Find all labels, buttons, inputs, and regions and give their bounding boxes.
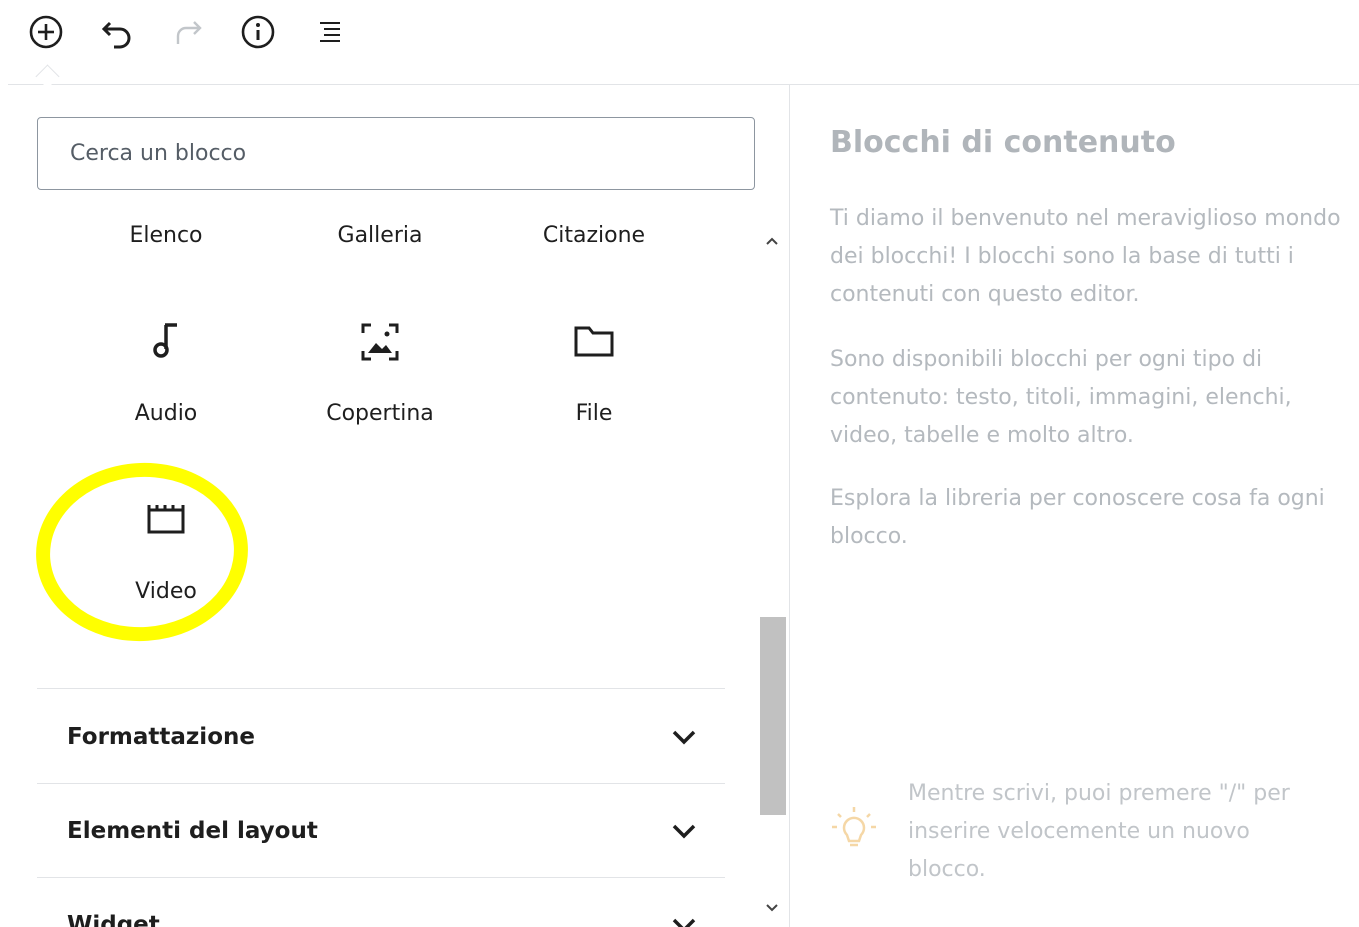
help-paragraph: Esplora la libreria per conoscere cosa f…	[830, 486, 1325, 549]
redo-icon	[176, 21, 202, 44]
block-item-elenco[interactable]: Elenco	[59, 223, 273, 248]
editor-toolbar	[8, 0, 1359, 89]
add-block-button[interactable]	[26, 12, 66, 52]
chevron-down-icon	[671, 916, 725, 927]
lightbulb-icon	[830, 805, 878, 861]
scroll-up-arrow[interactable]	[764, 230, 780, 250]
block-item-label: File	[575, 401, 613, 426]
block-inserter: Elenco Galleria Citazione Audio Copertin…	[8, 85, 790, 927]
section-title: Formattazione	[67, 723, 255, 750]
scroll-down-arrow[interactable]	[764, 897, 780, 917]
music-note-icon	[59, 321, 273, 361]
undo-button[interactable]	[98, 12, 138, 52]
redo-button[interactable]	[168, 12, 208, 52]
help-paragraph: Ti diamo il benvenuto nel meraviglioso m…	[830, 206, 1341, 307]
divider	[37, 688, 725, 689]
highlight-annotation	[30, 455, 254, 649]
cover-image-icon	[273, 321, 487, 363]
chevron-down-icon	[671, 728, 725, 746]
info-button[interactable]	[238, 12, 278, 52]
video-icon	[59, 501, 273, 537]
scrollbar[interactable]	[757, 223, 789, 927]
folder-icon	[487, 323, 701, 359]
scrollbar-thumb[interactable]	[760, 617, 786, 815]
section-elementi-del-layout[interactable]: Elementi del layout	[37, 784, 725, 877]
section-formattazione[interactable]: Formattazione	[37, 690, 725, 783]
block-item-label: Video	[135, 579, 197, 604]
section-title: Widget	[67, 911, 160, 927]
help-title: Blocchi di contenuto	[830, 125, 1176, 160]
tip-text: Mentre scrivi, puoi premere "/" per inse…	[908, 781, 1290, 882]
block-search-input[interactable]	[37, 117, 755, 190]
block-item-label: Copertina	[326, 401, 434, 426]
undo-icon	[101, 21, 131, 49]
outline-button[interactable]	[310, 12, 350, 52]
section-widget[interactable]: Widget	[37, 878, 725, 927]
list-outline-icon	[320, 22, 340, 42]
plus-circle-icon	[29, 15, 63, 49]
help-paragraph: Sono disponibili blocchi per ogni tipo d…	[830, 347, 1292, 448]
inserter-help-panel: Blocchi di contenuto Ti diamo il benvenu…	[790, 85, 1359, 927]
info-icon	[241, 15, 275, 49]
block-item-label: Audio	[134, 401, 198, 426]
chevron-down-icon	[671, 822, 725, 840]
block-item-citazione[interactable]: Citazione	[487, 223, 701, 248]
block-item-galleria[interactable]: Galleria	[273, 223, 487, 248]
section-title: Elementi del layout	[67, 817, 318, 844]
